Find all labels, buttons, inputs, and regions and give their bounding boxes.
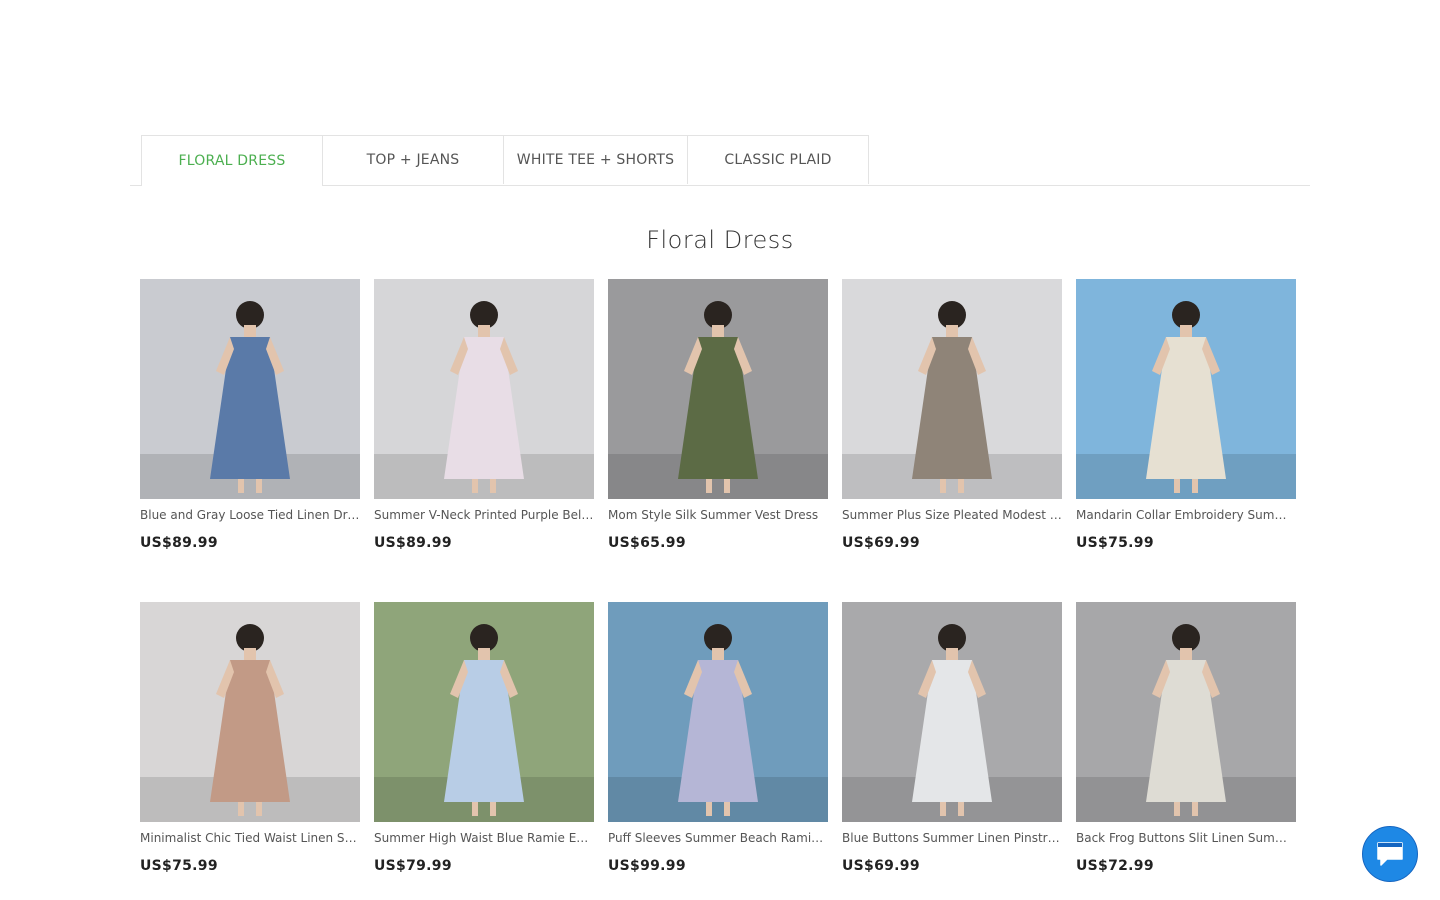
product-card[interactable]: Summer High Waist Blue Ramie Embroidery …: [374, 602, 594, 900]
product-card[interactable]: Puff Sleeves Summer Beach Ramie Dress US$…: [608, 602, 828, 900]
product-name[interactable]: Puff Sleeves Summer Beach Ramie Dress: [608, 830, 828, 846]
section-title: Floral Dress: [646, 226, 794, 254]
product-photo: [1076, 279, 1296, 499]
product-image[interactable]: [842, 279, 1062, 499]
product-name[interactable]: Summer V-Neck Printed Purple Belted Dres…: [374, 507, 594, 523]
product-image[interactable]: [140, 602, 360, 822]
product-image[interactable]: [140, 279, 360, 499]
product-image[interactable]: [374, 279, 594, 499]
category-tabs-bar: FLORAL DRESS TOP + JEANS WHITE TEE + SHO…: [130, 135, 1310, 186]
product-image[interactable]: [1076, 279, 1296, 499]
product-image[interactable]: [608, 279, 828, 499]
product-card[interactable]: Mandarin Collar Embroidery Summer Dress U…: [1076, 279, 1296, 602]
product-image[interactable]: [842, 602, 1062, 822]
product-price: US$75.99: [1076, 535, 1154, 551]
product-card[interactable]: Summer Plus Size Pleated Modest Dress US$…: [842, 279, 1062, 602]
product-name[interactable]: Mom Style Silk Summer Vest Dress: [608, 507, 828, 523]
product-photo: [374, 602, 594, 822]
product-name[interactable]: Summer High Waist Blue Ramie Embroidery …: [374, 830, 594, 846]
product-name[interactable]: Blue Buttons Summer Linen Pinstripe Dres…: [842, 830, 1062, 846]
product-price: US$99.99: [608, 858, 686, 874]
product-price: US$75.99: [140, 858, 218, 874]
product-price: US$69.99: [842, 858, 920, 874]
product-price: US$69.99: [842, 535, 920, 551]
product-photo: [842, 279, 1062, 499]
product-name[interactable]: Minimalist Chic Tied Waist Linen Summer …: [140, 830, 360, 846]
product-photo: [608, 279, 828, 499]
product-name[interactable]: Mandarin Collar Embroidery Summer Dress: [1076, 507, 1296, 523]
chat-bubble-icon: [1377, 842, 1403, 866]
product-photo: [1076, 602, 1296, 822]
product-image[interactable]: [374, 602, 594, 822]
product-price: US$89.99: [140, 535, 218, 551]
product-photo: [140, 279, 360, 499]
product-photo: [608, 602, 828, 822]
product-row: Blue and Gray Loose Tied Linen Dress US$8…: [140, 279, 1300, 602]
product-card[interactable]: Summer V-Neck Printed Purple Belted Dres…: [374, 279, 594, 602]
product-row: Minimalist Chic Tied Waist Linen Summer …: [140, 602, 1300, 900]
product-card[interactable]: Minimalist Chic Tied Waist Linen Summer …: [140, 602, 360, 900]
product-price: US$89.99: [374, 535, 452, 551]
product-name[interactable]: Back Frog Buttons Slit Linen Summer Dres…: [1076, 830, 1296, 846]
product-card[interactable]: Mom Style Silk Summer Vest Dress US$65.99: [608, 279, 828, 602]
product-photo: [842, 602, 1062, 822]
product-image[interactable]: [608, 602, 828, 822]
product-price: US$72.99: [1076, 858, 1154, 874]
product-grid: Blue and Gray Loose Tied Linen Dress US$8…: [140, 279, 1300, 900]
product-photo: [374, 279, 594, 499]
chat-button[interactable]: [1362, 826, 1418, 882]
product-image[interactable]: [1076, 602, 1296, 822]
product-card[interactable]: Back Frog Buttons Slit Linen Summer Dres…: [1076, 602, 1296, 900]
product-price: US$79.99: [374, 858, 452, 874]
category-tabs: FLORAL DRESS TOP + JEANS WHITE TEE + SHO…: [141, 135, 869, 186]
product-card[interactable]: Blue Buttons Summer Linen Pinstripe Dres…: [842, 602, 1062, 900]
tab-floral-dress[interactable]: FLORAL DRESS: [141, 135, 323, 186]
product-card[interactable]: Blue and Gray Loose Tied Linen Dress US$8…: [140, 279, 360, 602]
product-photo: [140, 602, 360, 822]
page: FLORAL DRESS TOP + JEANS WHITE TEE + SHO…: [0, 0, 1440, 900]
tab-top-jeans[interactable]: TOP + JEANS: [322, 135, 504, 184]
product-name[interactable]: Summer Plus Size Pleated Modest Dress: [842, 507, 1062, 523]
product-price: US$65.99: [608, 535, 686, 551]
product-name[interactable]: Blue and Gray Loose Tied Linen Dress: [140, 507, 360, 523]
tab-classic-plaid[interactable]: CLASSIC PLAID: [687, 135, 869, 184]
tab-white-tee-shorts[interactable]: WHITE TEE + SHORTS: [503, 135, 688, 184]
